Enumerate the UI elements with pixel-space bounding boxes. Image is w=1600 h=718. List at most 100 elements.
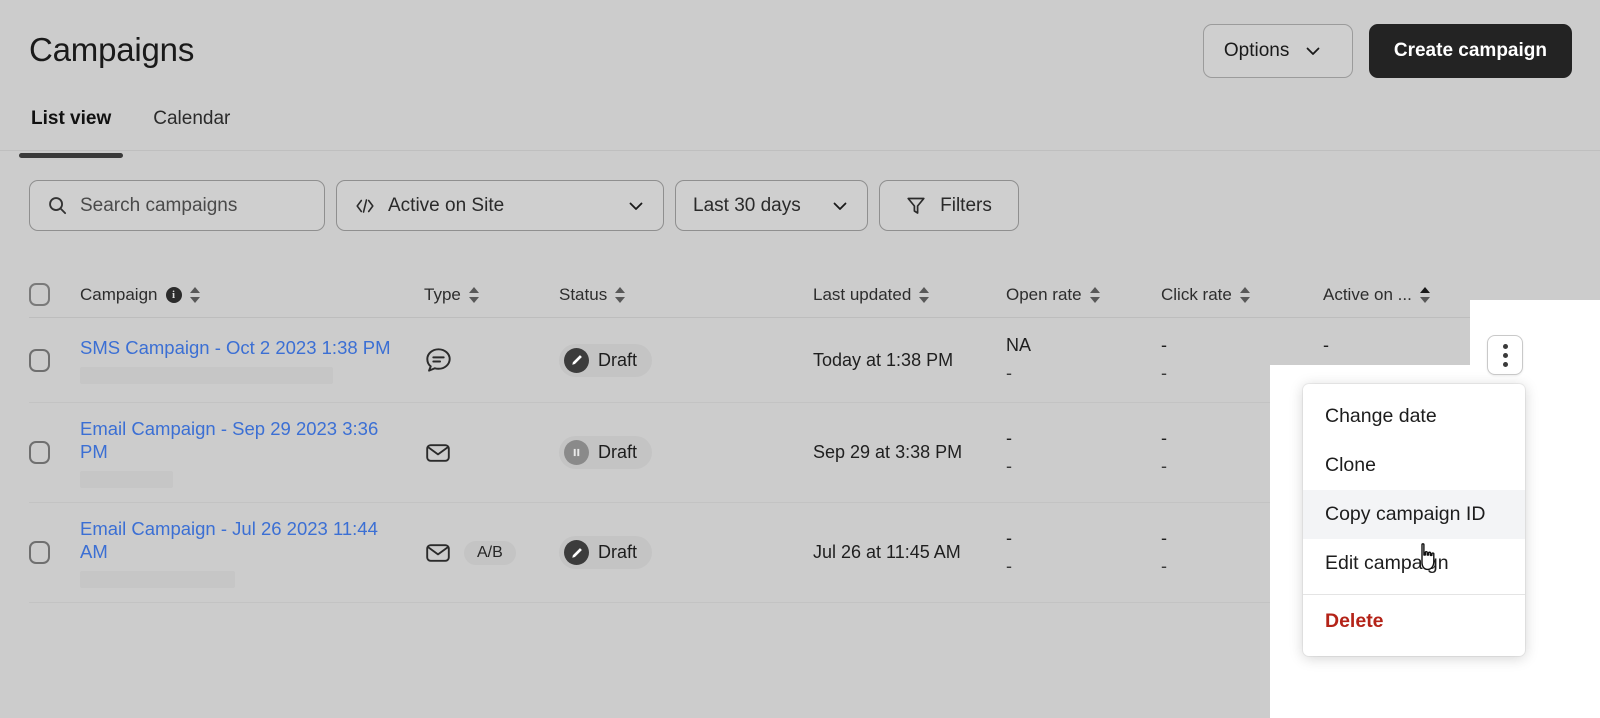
click-rate-primary: - (1161, 332, 1323, 360)
create-campaign-button[interactable]: Create campaign (1369, 24, 1572, 78)
click-rate-secondary: - (1161, 453, 1323, 481)
sort-icon[interactable] (1420, 286, 1431, 304)
sort-icon[interactable] (190, 286, 201, 304)
row-checkbox[interactable] (29, 349, 50, 372)
column-header-last-updated-label: Last updated (813, 285, 911, 305)
channel-filter-select[interactable]: Active on Site (336, 180, 664, 231)
campaign-link[interactable]: Email Campaign - Jul 26 2023 11:44 AM (80, 517, 380, 564)
date-range-value: Last 30 days (693, 195, 801, 217)
campaign-name-cell: Email Campaign - Jul 26 2023 11:44 AM (80, 517, 424, 589)
click-rate-primary: - (1161, 525, 1323, 553)
filter-bar: Search campaigns Active on Site Last 30 … (29, 180, 1019, 231)
row-actions-button[interactable] (1487, 335, 1523, 375)
status-badge: Draft (559, 436, 652, 469)
column-header-open-rate[interactable]: Open rate (1006, 285, 1161, 305)
open-rate-secondary: - (1006, 360, 1161, 388)
campaign-status-cell: Draft (559, 436, 813, 469)
campaign-link[interactable]: SMS Campaign - Oct 2 2023 1:38 PM (80, 336, 424, 359)
column-header-open-rate-label: Open rate (1006, 285, 1082, 305)
row-select-cell (29, 441, 80, 464)
open-rate-cell: NA - (1006, 332, 1161, 388)
tab-calendar[interactable]: Calendar (151, 104, 232, 154)
sort-icon[interactable] (469, 286, 480, 304)
redacted-subtitle (80, 471, 173, 488)
status-badge: Draft (559, 344, 652, 377)
chevron-down-icon (1303, 41, 1323, 61)
row-checkbox[interactable] (29, 541, 50, 564)
active-on-primary: - (1323, 332, 1503, 360)
sort-icon[interactable] (1090, 286, 1101, 304)
page-header: Campaigns Options Create campaign (0, 0, 1600, 104)
view-tabs: List view Calendar (0, 104, 1600, 154)
search-icon (47, 195, 68, 216)
kebab-dot (1503, 362, 1508, 367)
column-header-status[interactable]: Status (559, 285, 813, 305)
sms-bubble-icon (424, 346, 453, 375)
column-header-type-label: Type (424, 285, 461, 305)
campaign-type-cell: A/B (424, 539, 559, 567)
open-rate-secondary: - (1006, 553, 1161, 581)
last-updated-cell: Today at 1:38 PM (813, 350, 1006, 371)
click-rate-cell: - - (1161, 332, 1323, 388)
ab-test-badge: A/B (464, 541, 516, 565)
redacted-subtitle (80, 367, 333, 384)
open-rate-cell: - - (1006, 525, 1161, 581)
chevron-down-icon (830, 196, 850, 216)
column-header-type[interactable]: Type (424, 285, 559, 305)
tabs-divider (0, 150, 1600, 151)
row-select-cell (29, 349, 80, 372)
row-actions-menu: Change date Clone Copy campaign ID Edit … (1303, 384, 1525, 656)
campaign-name-cell: SMS Campaign - Oct 2 2023 1:38 PM (80, 336, 424, 384)
menu-item-delete[interactable]: Delete (1303, 597, 1525, 646)
column-header-last-updated[interactable]: Last updated (813, 285, 1006, 305)
column-header-active-on[interactable]: Active on ... (1323, 285, 1503, 305)
campaign-status-cell: Draft (559, 344, 813, 377)
open-rate-primary: - (1006, 425, 1161, 453)
tab-list-view[interactable]: List view (29, 104, 113, 154)
code-brackets-icon (354, 196, 376, 216)
info-icon[interactable]: i (166, 287, 182, 303)
sort-icon[interactable] (615, 286, 626, 304)
menu-item-clone[interactable]: Clone (1303, 441, 1525, 490)
date-range-select[interactable]: Last 30 days (675, 180, 868, 231)
open-rate-primary: NA (1006, 332, 1161, 360)
active-on-cell: - - (1323, 332, 1503, 388)
filters-button[interactable]: Filters (879, 180, 1019, 231)
sort-icon[interactable] (1240, 286, 1251, 304)
menu-item-copy-campaign-id[interactable]: Copy campaign ID (1303, 490, 1525, 539)
click-rate-secondary: - (1161, 553, 1323, 581)
select-all-checkbox[interactable] (29, 283, 50, 306)
campaign-status-cell: Draft (559, 536, 813, 569)
column-header-campaign[interactable]: Campaign i (80, 285, 424, 305)
table-header-row: Campaign i Type Status Last updated Open… (29, 272, 1600, 318)
search-input[interactable]: Search campaigns (29, 180, 325, 231)
click-rate-cell: - - (1161, 425, 1323, 481)
menu-item-change-date[interactable]: Change date (1303, 392, 1525, 441)
create-campaign-label: Create campaign (1394, 40, 1547, 62)
campaign-link[interactable]: Email Campaign - Sep 29 2023 3:36 PM (80, 417, 382, 464)
sort-icon[interactable] (919, 286, 930, 304)
column-header-click-rate-label: Click rate (1161, 285, 1232, 305)
page-title: Campaigns (29, 31, 194, 69)
menu-item-edit-campaign[interactable]: Edit campaign (1303, 539, 1525, 588)
row-checkbox[interactable] (29, 441, 50, 464)
open-rate-primary: - (1006, 525, 1161, 553)
search-placeholder: Search campaigns (80, 195, 237, 217)
status-badge-label: Draft (598, 542, 637, 563)
options-button-label: Options (1224, 40, 1289, 62)
click-rate-primary: - (1161, 425, 1323, 453)
column-header-click-rate[interactable]: Click rate (1161, 285, 1323, 305)
redacted-subtitle (80, 571, 235, 588)
select-all-cell (29, 283, 80, 306)
options-button[interactable]: Options (1203, 24, 1353, 78)
column-header-active-on-label: Active on ... (1323, 285, 1412, 305)
last-updated-cell: Sep 29 at 3:38 PM (813, 442, 1006, 463)
envelope-icon (424, 439, 452, 467)
pause-icon (564, 440, 589, 465)
open-rate-secondary: - (1006, 453, 1161, 481)
column-header-campaign-label: Campaign (80, 285, 158, 305)
status-badge-label: Draft (598, 442, 637, 463)
header-actions: Options Create campaign (1203, 24, 1572, 78)
menu-divider (1303, 594, 1525, 595)
filters-button-label: Filters (940, 195, 992, 217)
